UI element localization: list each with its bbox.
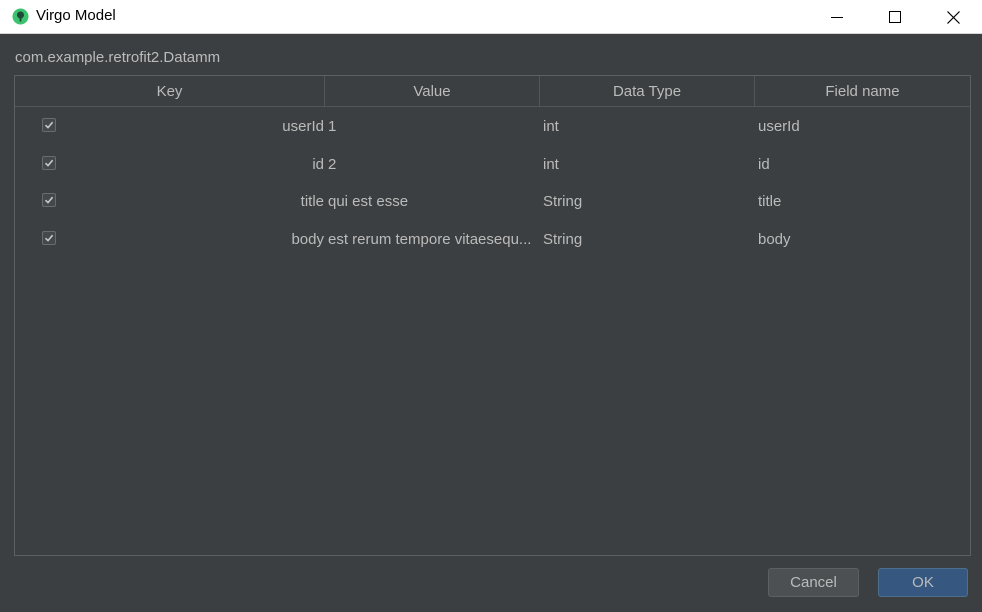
key-cell: body: [291, 230, 324, 248]
data-type-cell[interactable]: String: [543, 182, 753, 220]
column-header-field-name[interactable]: Field name: [755, 76, 970, 106]
value-cell: 1: [328, 118, 337, 135]
column-header-key[interactable]: Key: [15, 76, 325, 106]
virgo-app-icon: [12, 8, 29, 25]
data-type-cell[interactable]: String: [543, 220, 753, 258]
package-name-label: com.example.retrofit2.Datamm: [15, 49, 221, 66]
table-row[interactable]: userId 1 int userId: [15, 107, 970, 145]
row-include-checkbox[interactable]: [42, 155, 56, 170]
key-cell: title: [300, 193, 324, 210]
checkmark-icon: [44, 234, 54, 242]
row-include-checkbox[interactable]: [42, 230, 56, 245]
fields-table[interactable]: Key Value Data Type Field name userId 1 …: [14, 75, 971, 556]
minimize-button[interactable]: [808, 0, 866, 34]
row-include-checkbox[interactable]: [42, 118, 56, 132]
data-type-cell[interactable]: int: [543, 107, 753, 145]
close-button[interactable]: [924, 0, 982, 34]
ok-button[interactable]: OK: [878, 568, 968, 597]
field-name-cell[interactable]: id: [758, 145, 968, 183]
data-type-cell[interactable]: int: [543, 145, 753, 183]
table-row[interactable]: body est rerum tempore vitaesequ... Stri…: [15, 220, 970, 258]
key-cell: userId: [282, 118, 324, 135]
value-cell: qui est esse: [328, 193, 409, 210]
table-row[interactable]: id 2 int id: [15, 145, 970, 183]
maximize-button[interactable]: [866, 0, 924, 34]
value-cell: 2: [328, 155, 337, 173]
close-icon: [946, 10, 960, 24]
cancel-button[interactable]: Cancel: [768, 568, 859, 597]
field-name-cell[interactable]: title: [758, 182, 968, 220]
table-row[interactable]: title qui est esse String title: [15, 182, 970, 220]
value-cell: est rerum tempore vitaesequ...: [328, 230, 532, 248]
field-name-cell[interactable]: userId: [758, 107, 968, 145]
field-name-cell[interactable]: body: [758, 220, 968, 258]
checkmark-icon: [44, 196, 54, 204]
table-header: Key Value Data Type Field name: [15, 76, 970, 107]
column-header-value[interactable]: Value: [325, 76, 540, 106]
window-title: Virgo Model: [36, 7, 116, 24]
title-bar[interactable]: Virgo Model: [0, 0, 982, 34]
checkmark-icon: [44, 121, 54, 129]
column-header-data-type[interactable]: Data Type: [540, 76, 755, 106]
key-cell: id: [312, 155, 324, 173]
table-body: userId 1 int userId id 2 int id title qu…: [15, 107, 970, 257]
maximize-icon: [889, 11, 901, 23]
minimize-icon: [831, 17, 843, 18]
row-include-checkbox[interactable]: [42, 193, 56, 207]
checkmark-icon: [44, 159, 54, 167]
